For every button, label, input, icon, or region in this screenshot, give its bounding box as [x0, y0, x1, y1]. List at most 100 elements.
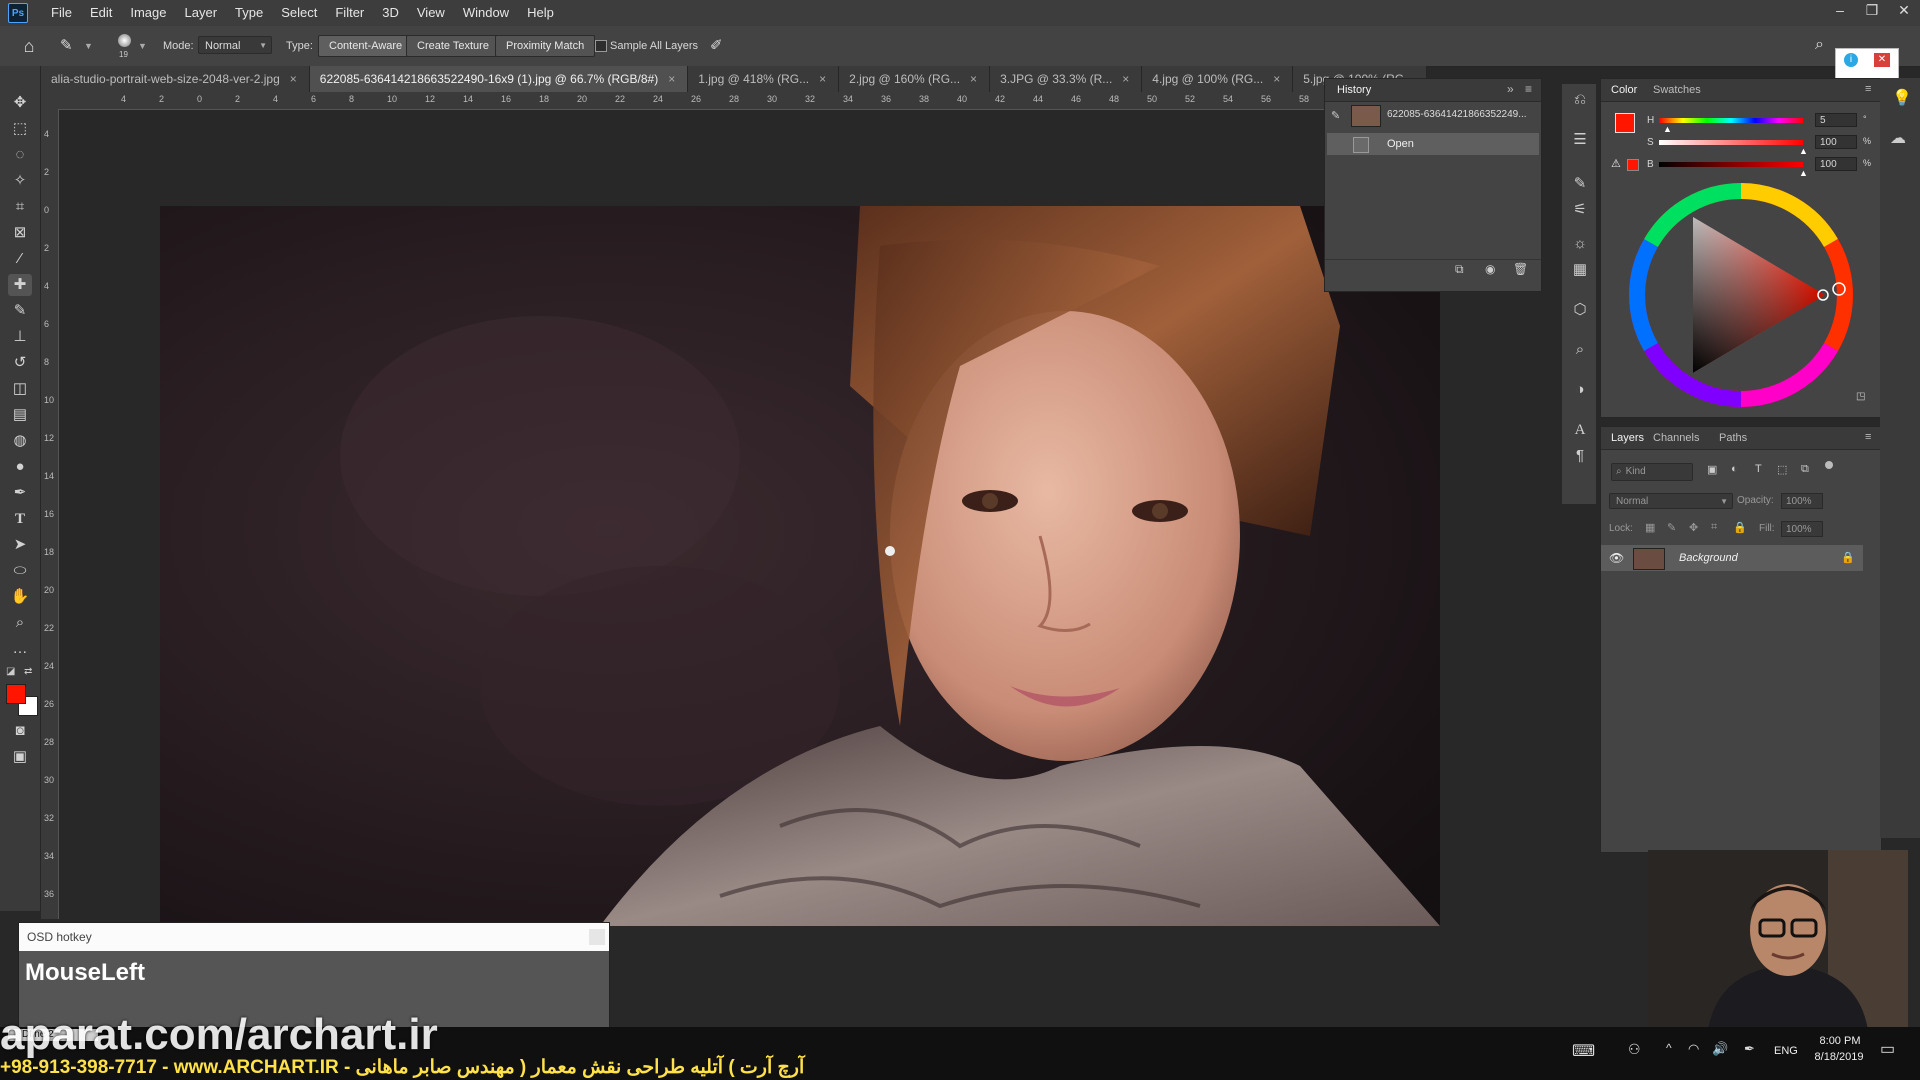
menu-filter[interactable]: Filter: [326, 0, 373, 26]
network-icon[interactable]: ◠: [1688, 1041, 1699, 1057]
tab-channels[interactable]: Channels: [1653, 432, 1699, 444]
filter-toggle-icon[interactable]: [1825, 461, 1833, 469]
libraries-panel-icon[interactable]: ☁: [1890, 128, 1906, 148]
eyedropper-icon[interactable]: ⁄: [8, 248, 32, 270]
close-tab-icon[interactable]: ×: [970, 72, 977, 86]
history-tab[interactable]: History: [1337, 84, 1371, 96]
blur-tool-icon[interactable]: ◍: [8, 430, 32, 452]
healing-brush-icon[interactable]: ✚: [8, 274, 32, 296]
lock-artboard-icon[interactable]: ⌗: [1711, 521, 1717, 534]
filter-smart-object-icon[interactable]: ⧉: [1801, 463, 1809, 476]
lock-all-icon[interactable]: 🔒: [1733, 521, 1747, 534]
magic-wand-icon[interactable]: ✧: [8, 170, 32, 192]
path-selection-icon[interactable]: ➤: [8, 534, 32, 556]
color-foreground-swatch[interactable]: [1615, 113, 1635, 133]
tab-paths[interactable]: Paths: [1719, 432, 1747, 444]
ruler-left[interactable]: 4 2 0 2 4 6 8 10 12 14 16 18 20 22 24 26 28 30 32 34 36: [41, 109, 59, 919]
trash-icon[interactable]: 🗑: [1513, 262, 1528, 276]
shape-tool-icon[interactable]: ⬭: [8, 560, 32, 582]
styles-panel-icon[interactable]: ◑: [1570, 380, 1590, 400]
create-texture-button[interactable]: Create Texture: [406, 35, 500, 57]
show-hidden-icons[interactable]: ^: [1666, 1041, 1672, 1055]
brush-panel-icon[interactable]: ✎: [1570, 174, 1590, 194]
tab-color[interactable]: Color: [1611, 84, 1637, 96]
collapse-icon[interactable]: »: [1507, 82, 1514, 96]
clock-date[interactable]: 8/18/2019: [1806, 1051, 1872, 1063]
brightness-input[interactable]: 100: [1815, 157, 1857, 171]
volume-icon[interactable]: 🔊: [1712, 1041, 1728, 1057]
hue-input[interactable]: 5: [1815, 113, 1857, 127]
close-tab-icon[interactable]: ×: [668, 72, 675, 86]
close-tab-icon[interactable]: ×: [1122, 72, 1129, 86]
layer-name[interactable]: Background: [1679, 552, 1738, 564]
menu-file[interactable]: File: [42, 0, 81, 26]
marquee-tool-icon[interactable]: ⬚: [8, 118, 32, 140]
menu-layer[interactable]: Layer: [176, 0, 227, 26]
history-brush-icon[interactable]: ↺: [8, 352, 32, 374]
crop-tool-icon[interactable]: ⌗: [8, 196, 32, 218]
swap-colors-icon[interactable]: ⇄: [24, 666, 32, 677]
hand-tool-icon[interactable]: ✋: [8, 586, 32, 608]
expand-icon[interactable]: ◳: [1856, 391, 1865, 402]
default-colors-icon[interactable]: ◪: [6, 666, 15, 677]
tab-document-1[interactable]: alia-studio-portrait-web-size-2048-ver-2…: [41, 66, 310, 92]
ruler-top[interactable]: 4 2 0 2 4 6 8 10 12 14 16 18 20 22 24 26 28 30 32 34 36 38 40 4…: [59, 92, 1385, 110]
measurement-panel-icon[interactable]: ▦: [1570, 260, 1590, 280]
blend-mode-select[interactable]: Normal ▼: [1609, 493, 1733, 509]
paragraph-panel-icon[interactable]: ¶: [1570, 446, 1590, 466]
filter-type-icon[interactable]: T: [1755, 463, 1762, 475]
color-wheel[interactable]: [1625, 179, 1857, 411]
panel-menu-icon[interactable]: ≡: [1525, 82, 1532, 96]
brightness-slider-thumb[interactable]: ▲: [1799, 168, 1808, 178]
menu-select[interactable]: Select: [272, 0, 326, 26]
menu-window[interactable]: Window: [454, 0, 518, 26]
minimize-icon[interactable]: –: [1824, 0, 1856, 20]
menu-image[interactable]: Image: [121, 0, 175, 26]
foreground-color-swatch[interactable]: [6, 684, 26, 704]
tab-document-5[interactable]: 3.JPG @ 33.3% (R... ×: [990, 66, 1143, 92]
close-tab-icon[interactable]: ×: [290, 72, 297, 86]
chevron-down-icon[interactable]: ▼: [84, 36, 93, 56]
close-widget-icon[interactable]: ✕: [1874, 53, 1890, 67]
tab-document-4[interactable]: 2.jpg @ 160% (RG... ×: [839, 66, 991, 92]
pen-input-icon[interactable]: ✒: [1744, 1041, 1755, 1057]
home-icon[interactable]: ⌂: [18, 35, 40, 57]
character-panel-icon[interactable]: A: [1570, 420, 1590, 440]
layer-row[interactable]: 👁 Background 🔒: [1601, 545, 1863, 571]
brush-tool-icon[interactable]: ✎: [8, 300, 32, 322]
filter-pixel-icon[interactable]: ▣: [1707, 463, 1717, 476]
tab-document-2[interactable]: 622085-636414218663522490-16x9 (1).jpg @…: [309, 66, 689, 92]
filter-adjustment-icon[interactable]: ◐: [1731, 463, 1738, 475]
clock-time[interactable]: 8:00 PM: [1812, 1035, 1868, 1047]
notifications-icon[interactable]: ▭: [1880, 1039, 1895, 1059]
healing-brush-preset-icon[interactable]: ✎: [60, 36, 80, 56]
zoom-tool-icon[interactable]: ⌕: [8, 612, 32, 634]
document-image[interactable]: [160, 206, 1440, 926]
history-brush-source-icon[interactable]: ✎: [1331, 109, 1340, 122]
people-icon[interactable]: ⚇: [1628, 1041, 1641, 1058]
saturation-input[interactable]: 100: [1815, 135, 1857, 149]
adjustments-panel-icon[interactable]: ☼: [1570, 234, 1590, 254]
gamut-warning-icon[interactable]: ⚠: [1611, 157, 1621, 170]
layer-filter-kind[interactable]: ⌕ Kind: [1611, 463, 1693, 481]
learn-panel-icon[interactable]: 💡: [1892, 88, 1912, 108]
frame-tool-icon[interactable]: ⊠: [8, 222, 32, 244]
language-indicator[interactable]: ENG: [1774, 1045, 1798, 1057]
menu-view[interactable]: View: [408, 0, 454, 26]
proximity-match-button[interactable]: Proximity Match: [495, 35, 596, 57]
menu-type[interactable]: Type: [226, 0, 272, 26]
dodge-tool-icon[interactable]: ●: [8, 456, 32, 478]
navigator-panel-icon[interactable]: ⌕: [1570, 340, 1590, 360]
lock-transparent-icon[interactable]: ▦: [1645, 521, 1655, 534]
fill-input[interactable]: 100%: [1781, 521, 1823, 537]
osd-close-icon[interactable]: [589, 929, 605, 945]
filter-shape-icon[interactable]: ⬚: [1777, 463, 1787, 476]
brush-settings-icon[interactable]: ⚟: [1570, 200, 1590, 220]
keyboard-icon[interactable]: ⌨: [1572, 1041, 1595, 1061]
hue-slider-thumb[interactable]: ▲: [1663, 124, 1672, 134]
quick-mask-icon[interactable]: ◙: [8, 720, 32, 742]
tab-document-3[interactable]: 1.jpg @ 418% (RG... ×: [688, 66, 840, 92]
snapshot-thumbnail[interactable]: [1351, 105, 1381, 127]
type-tool-icon[interactable]: T: [8, 508, 32, 530]
move-tool-icon[interactable]: ✥: [8, 92, 32, 114]
